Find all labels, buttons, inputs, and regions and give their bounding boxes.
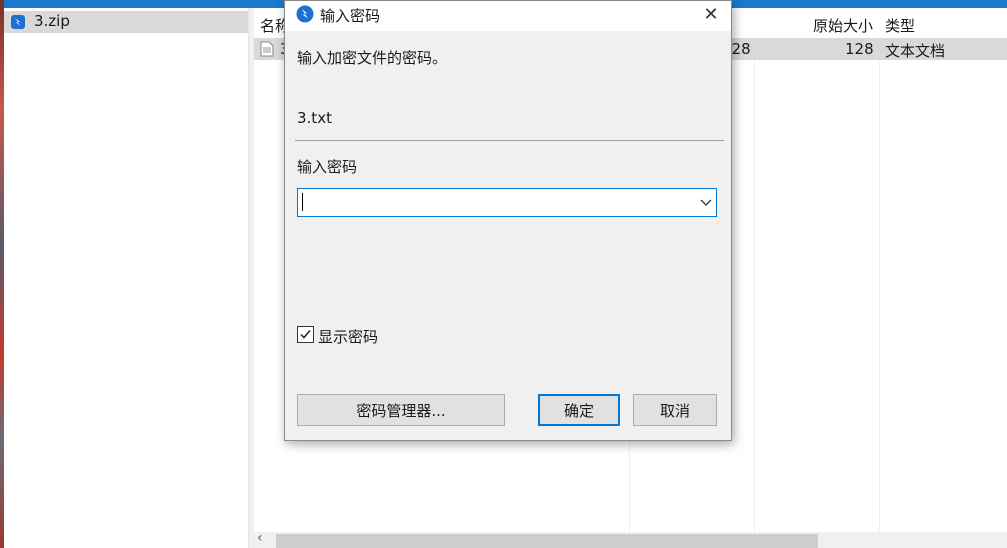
tree-item-archive[interactable]: 3.zip <box>4 11 248 33</box>
checkmark-icon <box>300 330 311 339</box>
password-combobox[interactable] <box>297 188 717 217</box>
column-header-original-size[interactable]: 原始大小 <box>813 15 873 36</box>
scrollbar-thumb[interactable] <box>276 534 818 548</box>
encrypted-file-name: 3.txt <box>297 109 332 127</box>
dialog-title: 输入密码 <box>320 7 381 25</box>
show-password-label[interactable]: 显示密码 <box>318 326 378 347</box>
horizontal-scrollbar[interactable]: ‹ <box>254 530 1007 548</box>
dialog-titlebar[interactable]: 输入密码 ✕ <box>285 1 731 31</box>
text-file-icon <box>260 41 274 57</box>
zip-archive-icon <box>11 15 25 29</box>
divider <box>295 140 724 141</box>
password-manager-button[interactable]: 密码管理器... <box>297 394 505 426</box>
password-dialog: 输入密码 ✕ 输入加密文件的密码。 3.txt 输入密码 显示密码 密码管理器.… <box>284 0 732 441</box>
tree-item-label: 3.zip <box>34 12 70 30</box>
row-type: 文本文档 <box>885 42 946 60</box>
show-password-checkbox[interactable] <box>297 326 314 343</box>
ok-button[interactable]: 确定 <box>538 394 620 426</box>
password-label: 输入密码 <box>297 158 358 176</box>
folder-tree: 3.zip <box>4 8 248 548</box>
row-original-size: 128 <box>845 40 874 58</box>
column-divider <box>754 60 755 532</box>
close-icon[interactable]: ✕ <box>703 4 719 25</box>
app-logo-icon <box>296 5 314 23</box>
column-header-type[interactable]: 类型 <box>885 15 915 36</box>
chevron-down-icon[interactable] <box>698 192 714 212</box>
cancel-button[interactable]: 取消 <box>633 394 717 426</box>
column-divider <box>879 60 880 532</box>
dialog-prompt: 输入加密文件的密码。 <box>297 49 448 67</box>
password-input[interactable] <box>302 193 697 211</box>
scroll-left-icon[interactable]: ‹ <box>257 530 263 546</box>
